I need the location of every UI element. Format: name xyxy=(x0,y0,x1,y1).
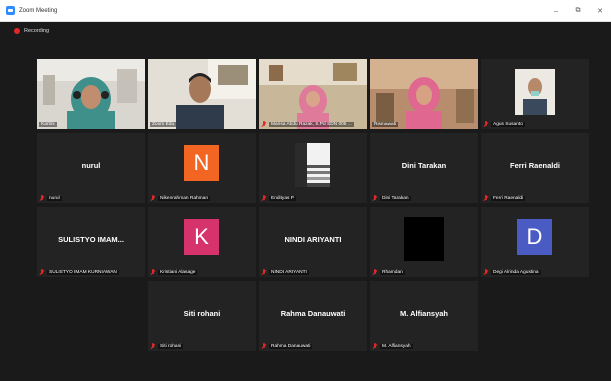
tile-footer: Rhamdan xyxy=(370,267,478,277)
muted-mic-icon xyxy=(372,342,378,350)
participant-tile-zoom-edu[interactable]: Zoom Edu xyxy=(148,59,256,129)
muted-mic-icon xyxy=(372,268,378,276)
participant-tile-degi[interactable]: D Degi Alrinda Agustina xyxy=(481,207,589,277)
participant-name: NINDI ARIYANTI xyxy=(269,269,309,275)
tile-footer: Ferri Raenaldi xyxy=(481,193,589,203)
tile-footer: Rahma Danauwati xyxy=(259,341,367,351)
tile-footer: nurul xyxy=(37,193,145,203)
participant-tile-ferri[interactable]: Ferri Raenaldi Ferri Raenaldi xyxy=(481,133,589,203)
tile-footer: Endityas P xyxy=(259,193,367,203)
restore-button[interactable]: ⧉ xyxy=(567,7,589,15)
participant-tile-rismawati[interactable]: Rismawati xyxy=(370,59,478,129)
participant-tile-agus[interactable]: Agus Susanto xyxy=(481,59,589,129)
participant-name: Degi Alrinda Agustina xyxy=(491,269,541,275)
participant-name: Marisa Abdu Razak, S.Pd SDN 005 ... xyxy=(269,121,354,127)
participant-display-name: Rahma Danauwati xyxy=(280,309,346,318)
participant-tile-dini[interactable]: Dini Tarakan Dini Tarakan xyxy=(370,133,478,203)
participant-name: Nikenrahman Rahman xyxy=(158,195,210,201)
muted-mic-icon xyxy=(39,194,45,202)
participant-display-name: nurul xyxy=(81,161,101,170)
muted-mic-icon xyxy=(150,342,156,350)
participant-tile-siti[interactable]: Siti rohani Siti rohani xyxy=(148,281,256,351)
muted-mic-icon xyxy=(261,268,267,276)
recording-dot-icon xyxy=(14,28,20,34)
participant-avatar: N xyxy=(184,145,219,181)
participant-name: nurul xyxy=(47,195,62,201)
tile-footer: Kartini xyxy=(37,119,145,129)
muted-mic-icon xyxy=(483,268,489,276)
tile-footer: Kristiani Alasage xyxy=(148,267,256,277)
recording-indicator[interactable]: Recording xyxy=(0,22,611,40)
video-gallery: Kartini Zoom Edu Marisa Abdu Razak, S.Pd… xyxy=(37,59,589,353)
participant-name: Ferri Raenaldi xyxy=(491,195,526,201)
muted-mic-icon xyxy=(261,120,267,128)
minimize-button[interactable]: – xyxy=(545,8,567,15)
window-controls: – ⧉ ✕ xyxy=(545,0,611,22)
participant-tile-kartini[interactable]: Kartini xyxy=(37,59,145,129)
participant-name: Dini Tarakan xyxy=(380,195,411,201)
muted-mic-icon xyxy=(150,268,156,276)
participant-name: Rismawati xyxy=(372,121,399,127)
participant-display-name: SULISTYO IMAM... xyxy=(58,235,124,244)
participant-tile-sulistyo[interactable]: SULISTYO IMAM... SULISTYO IMAM KURNIAWAN xyxy=(37,207,145,277)
participant-display-name: M. Alfiansyah xyxy=(399,309,449,318)
participant-name: Siti rohani xyxy=(158,343,184,349)
tile-footer: Rismawati xyxy=(370,119,478,129)
muted-mic-icon xyxy=(261,342,267,350)
tile-footer: NINDI ARIYANTI xyxy=(259,267,367,277)
participant-name: Kartini xyxy=(39,121,57,127)
zoom-app-icon xyxy=(6,6,15,15)
participant-tile-alfiansyah[interactable]: M. Alfiansyah M. Alfiansyah xyxy=(370,281,478,351)
window-title: Zoom Meeting xyxy=(19,7,58,14)
participant-avatar: D xyxy=(517,219,552,255)
tile-footer: Agus Susanto xyxy=(481,119,589,129)
participant-display-name: NINDI ARIYANTI xyxy=(284,235,342,244)
participant-tile-nindi[interactable]: NINDI ARIYANTI NINDI ARIYANTI xyxy=(259,207,367,277)
muted-mic-icon xyxy=(372,194,378,202)
profile-picture xyxy=(295,143,330,187)
participant-display-name: Siti rohani xyxy=(183,309,221,318)
muted-mic-icon xyxy=(150,194,156,202)
recording-label: Recording xyxy=(24,28,50,34)
participant-display-name: Dini Tarakan xyxy=(401,161,447,170)
participant-tile-marisa[interactable]: Marisa Abdu Razak, S.Pd SDN 005 ... xyxy=(259,59,367,129)
participant-tile-rhamdan[interactable]: Rhamdan xyxy=(370,207,478,277)
participant-name: Endityas P xyxy=(269,195,296,201)
participant-name: Zoom Edu xyxy=(150,121,177,127)
muted-mic-icon xyxy=(483,120,489,128)
participant-name: M. Alfiansyah xyxy=(380,343,413,349)
tile-footer: Zoom Edu xyxy=(148,119,256,129)
participant-tile-rahma[interactable]: Rahma Danauwati Rahma Danauwati xyxy=(259,281,367,351)
participant-avatar: K xyxy=(184,219,219,255)
tile-footer: Marisa Abdu Razak, S.Pd SDN 005 ... xyxy=(259,119,367,129)
participant-name: Agus Susanto xyxy=(491,121,525,127)
muted-mic-icon xyxy=(483,194,489,202)
title-bar: Zoom Meeting – ⧉ ✕ xyxy=(0,0,611,22)
tile-footer: M. Alfiansyah xyxy=(370,341,478,351)
close-button[interactable]: ✕ xyxy=(589,7,611,15)
participant-tile-kristiani[interactable]: K Kristiani Alasage xyxy=(148,207,256,277)
muted-mic-icon xyxy=(261,194,267,202)
participant-tile-nurul[interactable]: nurul nurul xyxy=(37,133,145,203)
participant-tile-endityas[interactable]: Endityas P xyxy=(259,133,367,203)
tile-footer: Dini Tarakan xyxy=(370,193,478,203)
participant-name: Rhamdan xyxy=(380,269,405,275)
participant-profile-image xyxy=(404,217,444,261)
participant-name: SULISTYO IMAM KURNIAWAN xyxy=(47,269,119,275)
tile-footer: Siti rohani xyxy=(148,341,256,351)
tile-footer: SULISTYO IMAM KURNIAWAN xyxy=(37,267,145,277)
participant-name: Kristiani Alasage xyxy=(158,269,198,275)
participant-display-name: Ferri Raenaldi xyxy=(509,161,561,170)
participant-profile-image xyxy=(295,143,330,187)
participant-name: Rahma Danauwati xyxy=(269,343,313,349)
tile-footer: Nikenrahman Rahman xyxy=(148,193,256,203)
tile-footer: Degi Alrinda Agustina xyxy=(481,267,589,277)
participant-tile-nikenrahman[interactable]: N Nikenrahman Rahman xyxy=(148,133,256,203)
muted-mic-icon xyxy=(39,268,45,276)
